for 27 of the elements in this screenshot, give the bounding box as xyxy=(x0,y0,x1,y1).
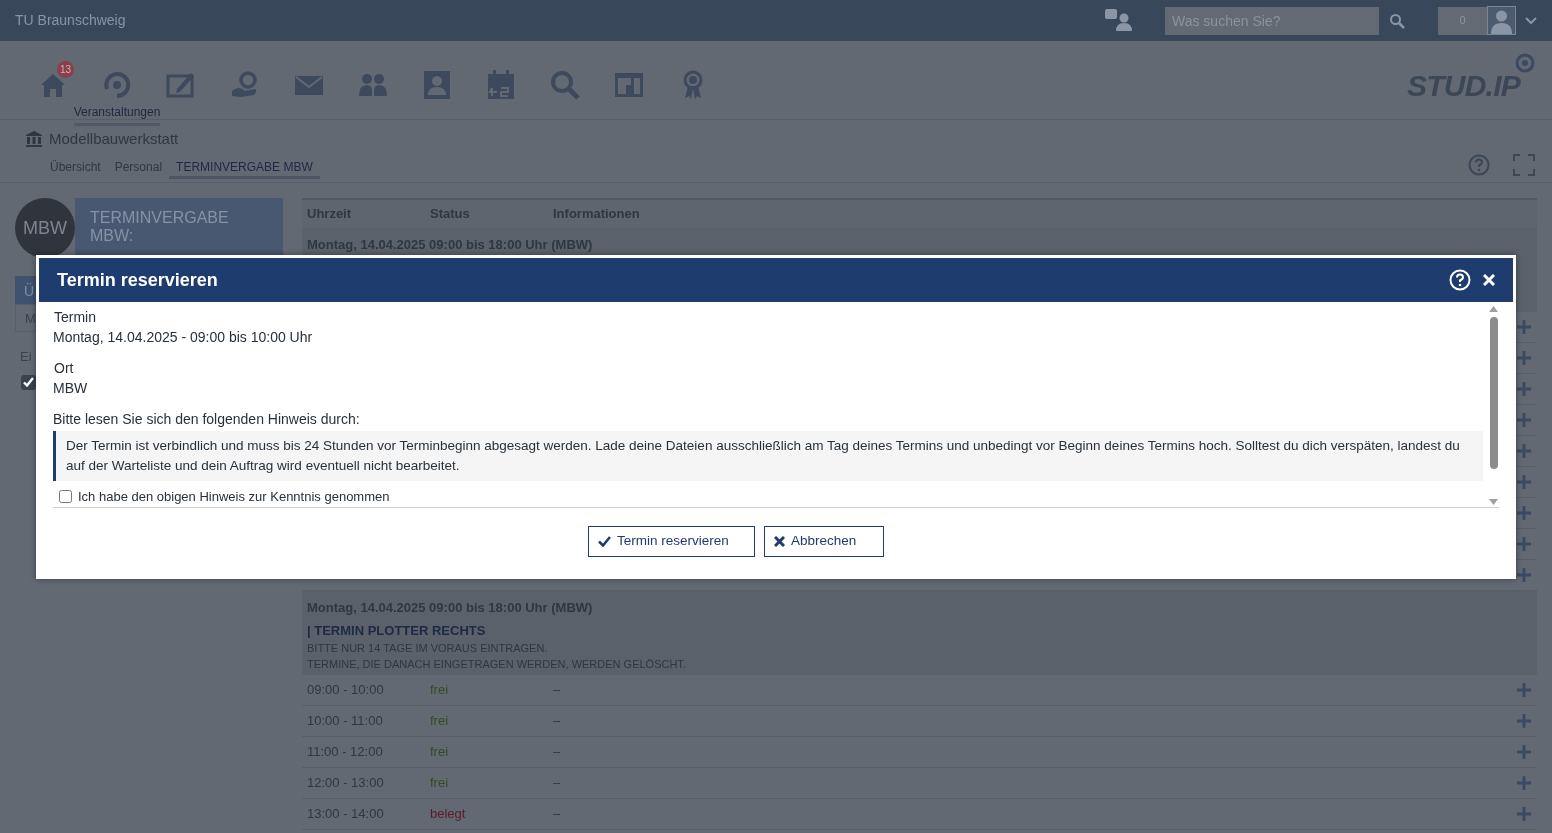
hint-text: Der Termin ist verbindlich und muss bis 24 Stunden vor Terminbeginn abgesagt werden. Lade deine Dateien ausschließlich am Tag deines Termins und unbedingt vor Beginn deines Termins hoch. Solltest du dich verspäten, landest du auf der Warteliste und dein Auftrag wird eventuell nicht bearbeitet. xyxy=(53,431,1483,481)
checkbox-label[interactable]: Ich habe den obigen Hinweis zur Kenntnis genommen xyxy=(78,487,390,507)
reserve-button[interactable]: Termin reservieren xyxy=(588,526,755,557)
info-cell-text: – xyxy=(553,681,561,700)
dialog-title: Termin reservieren xyxy=(57,268,218,292)
info-cell-text: – xyxy=(553,712,561,731)
info-cell-text: – xyxy=(553,774,561,793)
group-subtitle: | TERMIN PLOTTER RECHTS xyxy=(307,621,486,640)
field-label: Ort xyxy=(54,359,74,378)
cancel-button[interactable]: Abbrechen xyxy=(764,526,884,557)
nav-label[interactable]: Veranstaltungen xyxy=(73,103,161,126)
status-cell-text: frei xyxy=(430,743,450,762)
status-cell-text: belegt xyxy=(430,805,467,824)
site-name[interactable]: TU Braunschweig xyxy=(15,10,126,31)
sidebar-header: Ü xyxy=(15,276,36,304)
info-cell-text: – xyxy=(553,805,561,824)
field-value: MBW xyxy=(53,379,88,398)
notification-badge: 13 xyxy=(57,61,74,78)
field-value: Montag, 14.04.2025 - 09:00 bis 10:00 Uhr xyxy=(53,328,313,347)
field-label: Termin xyxy=(54,308,96,327)
status-cell-text: frei xyxy=(430,712,450,731)
logo: MBW xyxy=(15,198,75,258)
status-cell-text: frei xyxy=(430,774,450,793)
tab[interactable]: TERMINVERGABE MBW xyxy=(169,154,320,179)
hint-intro: Bitte lesen Sie sich den folgenden Hinweis durch: xyxy=(53,410,360,429)
status-cell-text: frei xyxy=(430,681,450,700)
info-cell-text: – xyxy=(553,743,561,762)
